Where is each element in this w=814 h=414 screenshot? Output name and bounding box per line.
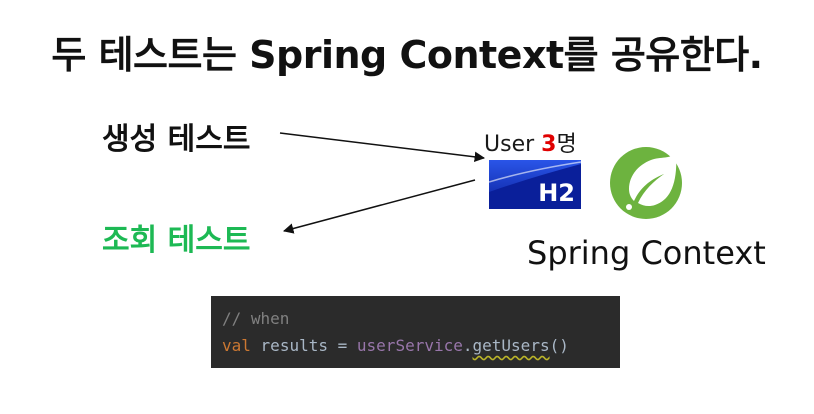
- spring-leaf-icon: [610, 147, 682, 219]
- code-receiver: userService: [356, 336, 463, 355]
- h2-user-count-label: User 3명: [484, 126, 577, 158]
- code-operator: =: [337, 336, 348, 355]
- code-method: getUsers: [472, 336, 550, 355]
- code-keyword: val: [222, 336, 251, 355]
- user-count-value: 3: [541, 132, 557, 157]
- h2-database-icon: H2: [489, 160, 581, 209]
- code-comment: // when: [222, 309, 290, 328]
- user-label-suffix: 명: [556, 132, 577, 157]
- create-to-h2-arrow: [279, 132, 486, 163]
- code-statement: val results = userService.getUsers(): [222, 332, 620, 359]
- code-dot: .: [462, 336, 473, 355]
- code-snippet: // when val results = userService.getUse…: [211, 296, 620, 368]
- code-variable: results: [260, 336, 328, 355]
- h2-logo-text: H2: [538, 179, 575, 207]
- user-label-prefix: User: [484, 132, 542, 157]
- h2-to-query-arrow: [282, 179, 476, 234]
- code-parens: (): [549, 336, 569, 355]
- spring-context-label: Spring Context: [527, 234, 766, 272]
